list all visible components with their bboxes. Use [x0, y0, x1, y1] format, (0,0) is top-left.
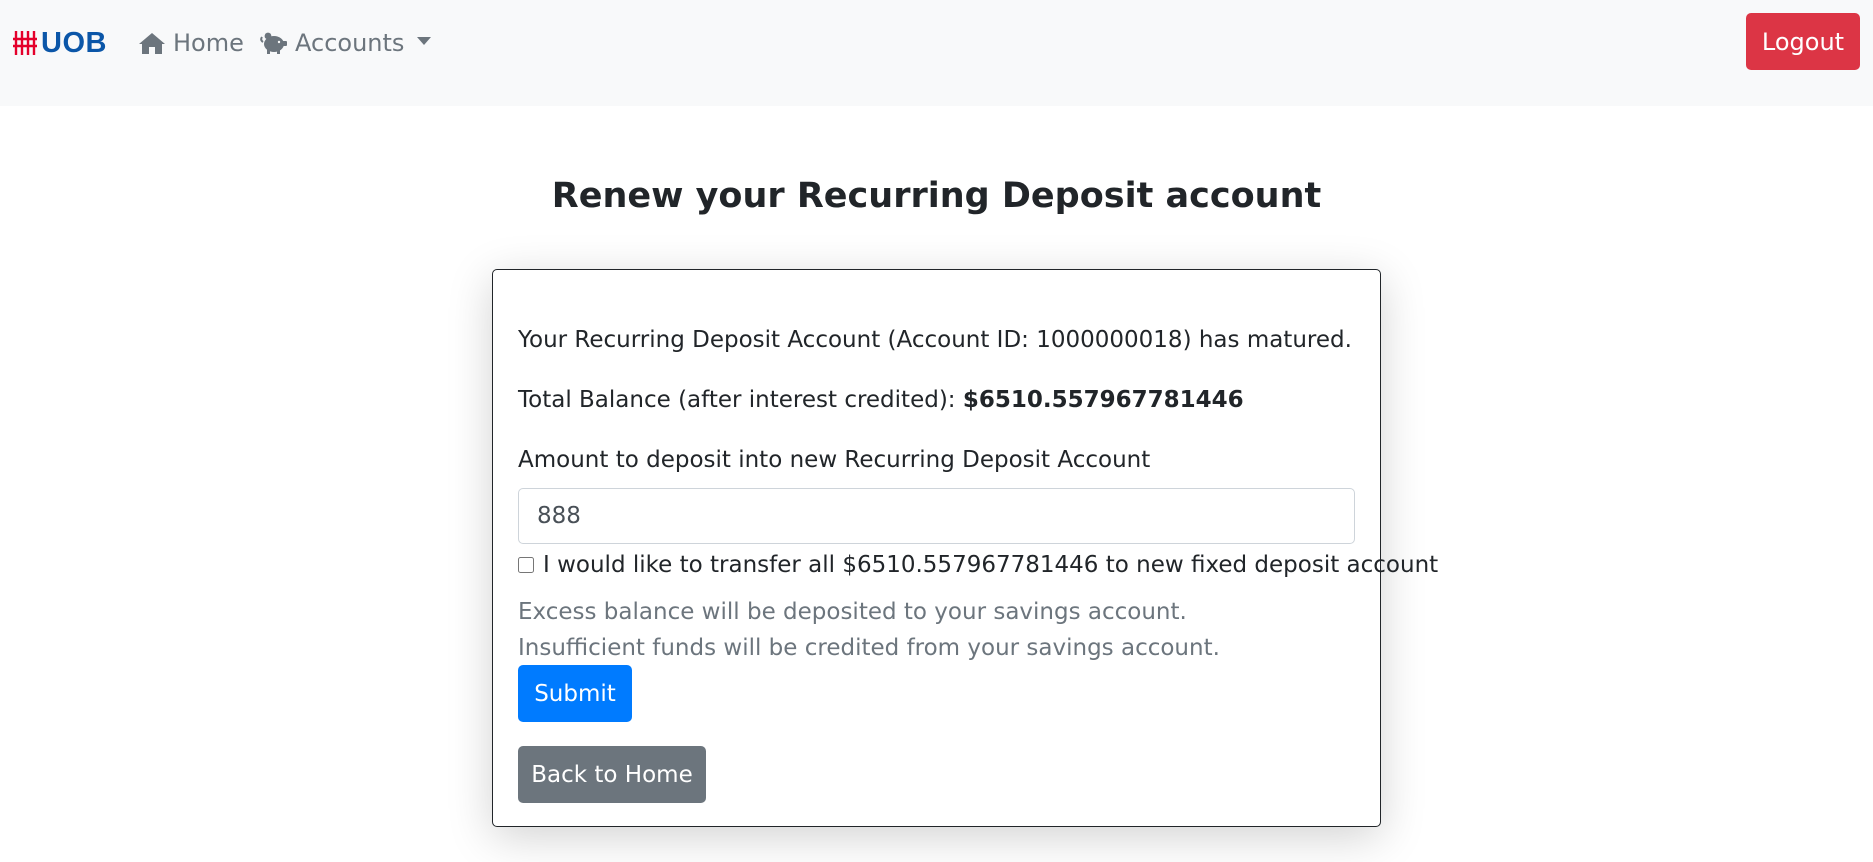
total-balance-value: $6510.557967781446	[962, 387, 1244, 413]
excess-balance-note: Excess balance will be deposited to your…	[518, 599, 1187, 625]
amount-label: Amount to deposit into new Recurring Dep…	[518, 447, 1151, 473]
piggy-bank-icon	[260, 32, 287, 54]
nav-accounts-dropdown[interactable]: Accounts	[260, 26, 432, 60]
insufficient-funds-note: Insufficient funds will be credited from…	[518, 635, 1220, 661]
matured-message: Your Recurring Deposit Account (Account …	[518, 327, 1352, 353]
chevron-down-icon	[417, 37, 432, 45]
logout-button[interactable]: Logout	[1746, 13, 1860, 70]
transfer-all-checkbox[interactable]	[518, 557, 534, 573]
brand-name: UOB	[41, 26, 107, 59]
brand-logo-link[interactable]: UOB	[13, 27, 107, 59]
nav-home-label: Home	[173, 29, 244, 57]
total-balance-line: Total Balance (after interest credited):…	[518, 387, 1244, 413]
submit-button[interactable]: Submit	[518, 665, 632, 722]
home-icon	[139, 33, 165, 54]
renew-form-card: Your Recurring Deposit Account (Account …	[492, 269, 1438, 827]
transfer-all-label: I would like to transfer all $6510.55796…	[543, 552, 1439, 578]
page-title: Renew your Recurring Deposit account	[551, 176, 1322, 216]
total-balance-label: Total Balance (after interest credited):	[518, 387, 963, 413]
back-to-home-button[interactable]: Back to Home	[518, 746, 706, 803]
nav-accounts-label: Accounts	[295, 29, 405, 57]
nav-home-link[interactable]: Home	[138, 26, 244, 60]
transfer-all-row[interactable]: I would like to transfer all $6510.55796…	[518, 552, 1438, 578]
amount-input[interactable]	[518, 488, 1355, 544]
navbar: UOB Home Accounts Logout	[0, 0, 1873, 106]
uob-logo-icon	[13, 31, 37, 55]
